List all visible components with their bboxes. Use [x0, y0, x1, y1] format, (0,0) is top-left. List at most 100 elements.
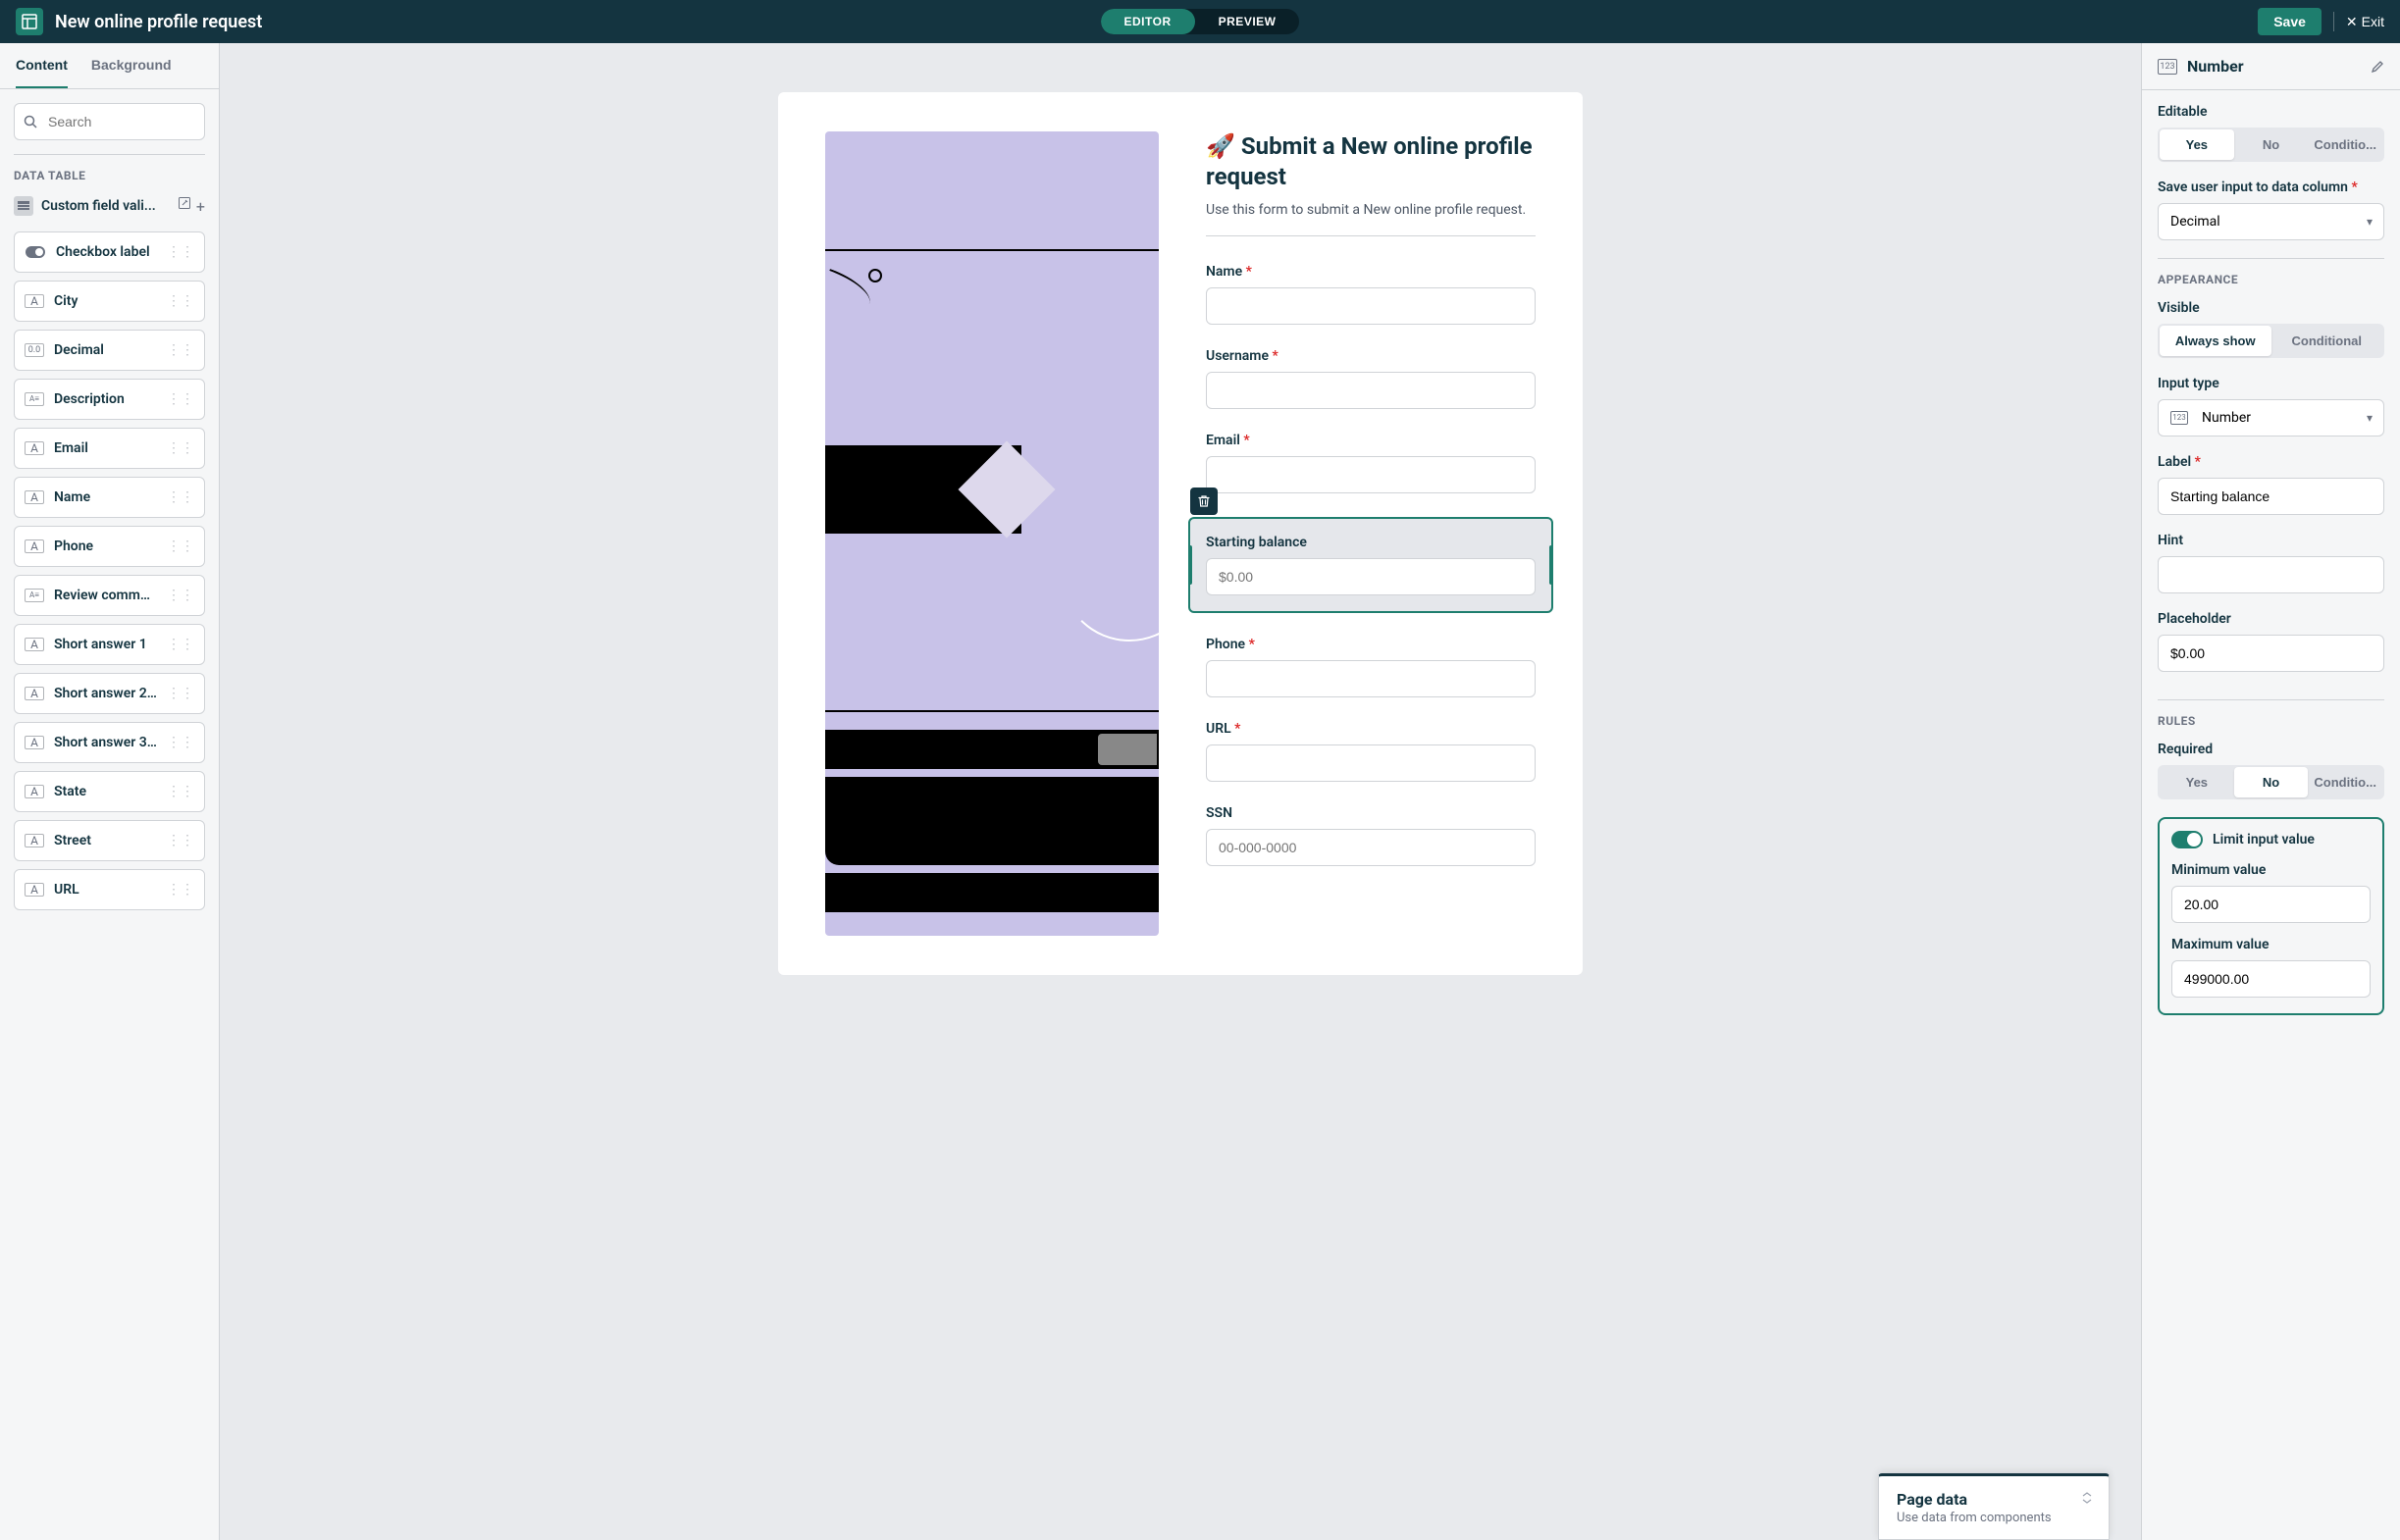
ssn-input[interactable]	[1206, 829, 1536, 866]
email-input[interactable]	[1206, 456, 1536, 493]
app-icon	[16, 8, 43, 35]
form-description: Use this form to submit a New online pro…	[1206, 202, 1536, 218]
edit-icon[interactable]	[2371, 60, 2384, 74]
drag-handle-icon[interactable]: ⋮⋮	[167, 293, 194, 309]
page-data-desc: Use data from components	[1897, 1511, 2091, 1525]
editable-no[interactable]: No	[2234, 129, 2309, 160]
decorative-image	[825, 131, 1159, 936]
phone-input[interactable]	[1206, 660, 1536, 697]
form-field-name[interactable]: Name *	[1206, 264, 1536, 325]
required-indicator: *	[1272, 348, 1278, 364]
drag-handle-icon[interactable]: ⋮⋮	[167, 784, 194, 799]
form-field-url[interactable]: URL *	[1206, 721, 1536, 782]
url-input[interactable]	[1206, 744, 1536, 782]
field-item[interactable]: AEmail⋮⋮	[14, 428, 205, 469]
field-item[interactable]: AURL⋮⋮	[14, 869, 205, 910]
field-item-label: Name	[54, 489, 157, 505]
field-item-label: Short answer 3 R...	[54, 735, 157, 750]
form-field-username[interactable]: Username *	[1206, 348, 1536, 409]
field-item[interactable]: AStreet⋮⋮	[14, 820, 205, 861]
divider	[1206, 235, 1536, 236]
form-title: 🚀 Submit a New online profile request	[1206, 131, 1536, 192]
username-input[interactable]	[1206, 372, 1536, 409]
visible-always[interactable]: Always show	[2160, 326, 2271, 356]
drag-handle-icon[interactable]: ⋮⋮	[167, 489, 194, 505]
form-field-phone[interactable]: Phone *	[1206, 637, 1536, 697]
required-yes[interactable]: Yes	[2160, 767, 2234, 797]
expand-icon[interactable]	[2081, 1492, 2093, 1504]
field-item[interactable]: A≡Description⋮⋮	[14, 379, 205, 420]
drag-handle-icon[interactable]: ⋮⋮	[167, 882, 194, 898]
drag-handle-icon[interactable]: ⋮⋮	[167, 637, 194, 652]
field-item-label: Street	[54, 833, 157, 848]
required-no[interactable]: No	[2234, 767, 2309, 797]
text-field-icon: A	[25, 687, 44, 700]
sidebar-tab-content[interactable]: Content	[16, 43, 68, 88]
field-item[interactable]: A Short answer 3 R... ⋮⋮	[14, 722, 205, 763]
input-type-select[interactable]: 123Number	[2158, 399, 2384, 436]
field-item-label: Review comments	[54, 588, 157, 603]
editable-yes[interactable]: Yes	[2160, 129, 2234, 160]
form-canvas: 🚀 Submit a New online profile request Us…	[778, 92, 1583, 975]
label-field-label: Label *	[2158, 454, 2384, 470]
limit-toggle[interactable]	[2171, 831, 2203, 848]
hint-input[interactable]	[2158, 556, 2384, 593]
canvas-area: 🚀 Submit a New online profile request Us…	[220, 43, 2141, 1540]
data-table-row[interactable]: Custom field vali... +	[14, 190, 205, 222]
text-field-icon: A	[25, 736, 44, 749]
drag-handle-icon[interactable]: ⋮⋮	[167, 735, 194, 750]
starting-balance-input[interactable]	[1206, 558, 1536, 595]
max-value-input[interactable]	[2171, 960, 2371, 998]
drag-handle-icon[interactable]: ⋮⋮	[167, 588, 194, 603]
max-value-label: Maximum value	[2171, 937, 2371, 952]
name-input[interactable]	[1206, 287, 1536, 325]
delete-button[interactable]	[1190, 488, 1218, 515]
field-item[interactable]: AShort answer 1⋮⋮	[14, 624, 205, 665]
save-column-select[interactable]: Decimal	[2158, 203, 2384, 240]
drag-handle-icon[interactable]: ⋮⋮	[167, 539, 194, 554]
field-item[interactable]: A≡Review comments⋮⋮	[14, 575, 205, 616]
tab-preview[interactable]: PREVIEW	[1195, 9, 1300, 34]
drag-handle-icon[interactable]: ⋮⋮	[167, 440, 194, 456]
page-data-panel[interactable]: Page data Use data from components	[1878, 1473, 2110, 1540]
field-item[interactable]: Checkbox label⋮⋮	[14, 231, 205, 273]
toggle-field-icon	[25, 245, 46, 259]
sidebar-tab-background[interactable]: Background	[91, 43, 172, 88]
required-label: Required	[2158, 742, 2384, 757]
page-data-title: Page data	[1897, 1490, 2091, 1509]
close-icon: ✕	[2346, 14, 2358, 30]
drag-handle-icon[interactable]: ⋮⋮	[167, 342, 194, 358]
placeholder-label: Placeholder	[2158, 611, 2384, 627]
field-item[interactable]: AState⋮⋮	[14, 771, 205, 812]
form-field-email[interactable]: Email *	[1206, 433, 1536, 493]
text-field-icon: A	[25, 539, 44, 553]
divider	[14, 154, 205, 155]
text-field-icon: A	[25, 441, 44, 455]
drag-handle-icon[interactable]: ⋮⋮	[167, 244, 194, 260]
section-label-data-table: DATA TABLE	[14, 169, 205, 182]
search-input[interactable]	[14, 103, 205, 140]
field-item[interactable]: APhone⋮⋮	[14, 526, 205, 567]
exit-button[interactable]: ✕ Exit	[2346, 14, 2384, 30]
trash-icon	[1197, 494, 1211, 508]
tab-editor[interactable]: EDITOR	[1101, 9, 1195, 34]
label-input[interactable]	[2158, 478, 2384, 515]
drag-handle-icon[interactable]: ⋮⋮	[167, 391, 194, 407]
field-item[interactable]: AName⋮⋮	[14, 477, 205, 518]
field-item[interactable]: AShort answer 2 (...⋮⋮	[14, 673, 205, 714]
form-field-ssn[interactable]: SSN	[1206, 805, 1536, 866]
form-field-starting-balance[interactable]: Starting balance	[1188, 517, 1553, 613]
drag-handle-icon[interactable]: ⋮⋮	[167, 686, 194, 701]
edit-icon[interactable]	[179, 197, 190, 216]
number-type-icon: 123	[2158, 59, 2177, 75]
field-item[interactable]: ACity⋮⋮	[14, 281, 205, 322]
add-icon[interactable]: +	[196, 197, 205, 216]
editable-conditional[interactable]: Conditio...	[2308, 129, 2382, 160]
required-conditional[interactable]: Conditio...	[2308, 767, 2382, 797]
field-item[interactable]: 0.0Decimal⋮⋮	[14, 330, 205, 371]
visible-conditional[interactable]: Conditional	[2271, 326, 2383, 356]
placeholder-input[interactable]	[2158, 635, 2384, 672]
drag-handle-icon[interactable]: ⋮⋮	[167, 833, 194, 848]
min-value-input[interactable]	[2171, 886, 2371, 923]
save-button[interactable]: Save	[2258, 8, 2322, 35]
